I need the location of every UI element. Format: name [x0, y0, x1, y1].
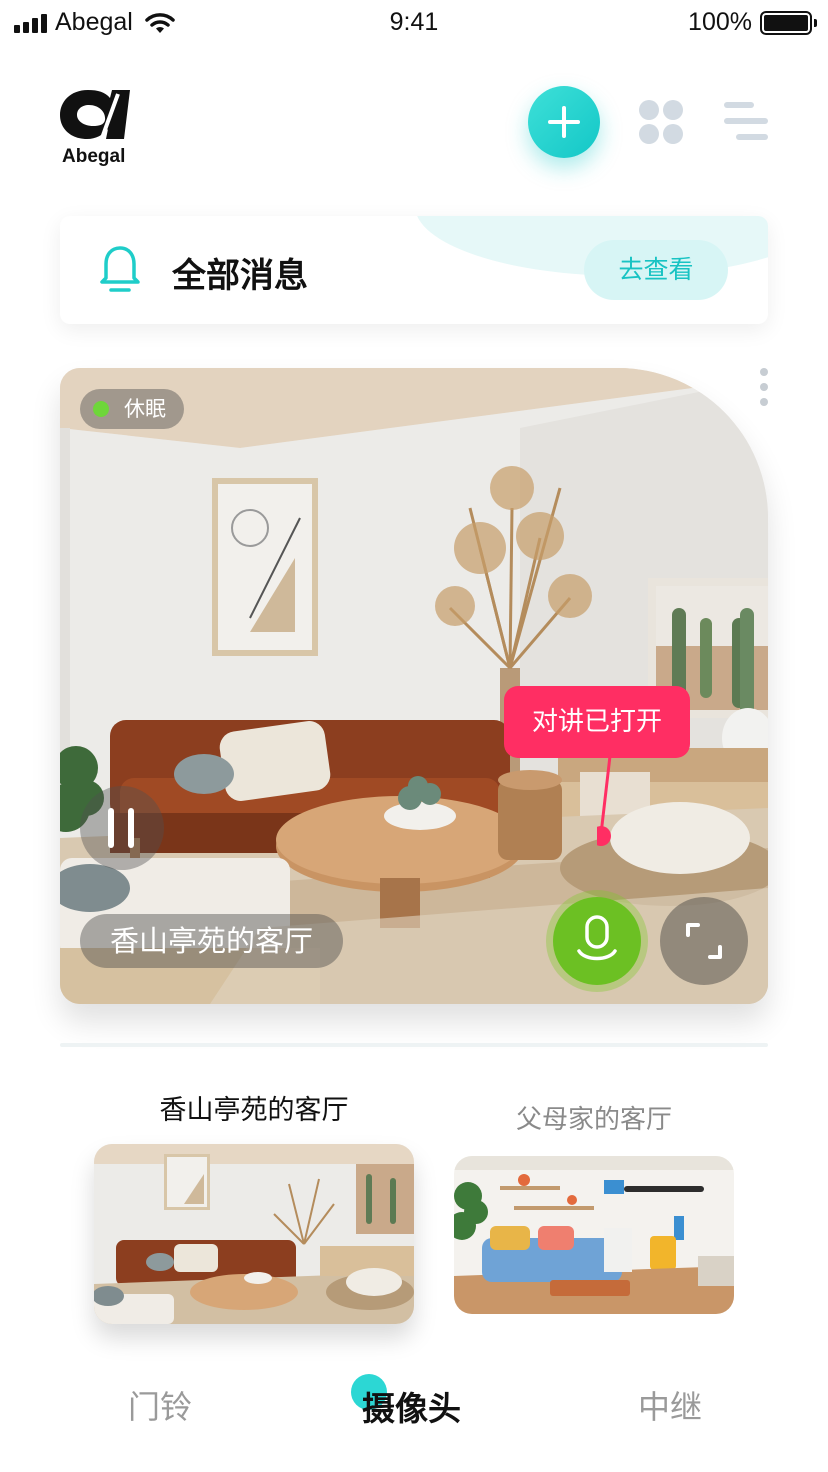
bell-icon [100, 246, 140, 292]
divider [60, 1043, 768, 1047]
intercom-mic-button[interactable] [553, 897, 641, 985]
grid-icon[interactable] [638, 99, 684, 145]
device-label-1[interactable]: 香山亭苑的客厅 [94, 1088, 414, 1127]
sleep-status-badge: 休眠 [80, 389, 184, 429]
logo-text: Abegal [62, 146, 126, 167]
battery-percent: 100% [688, 8, 752, 36]
device-thumbnail-1[interactable] [94, 1144, 414, 1324]
fullscreen-icon [686, 923, 722, 959]
add-device-button[interactable] [528, 86, 600, 158]
fullscreen-button[interactable] [660, 897, 748, 985]
more-options-icon[interactable] [759, 368, 769, 408]
status-right: 100% [688, 8, 817, 37]
status-dot [93, 401, 109, 417]
messages-title: 全部消息 [172, 256, 308, 296]
battery-icon [760, 10, 817, 35]
app-logo: Abegal [58, 84, 136, 174]
logo-mark-icon [60, 90, 130, 139]
sleep-status-label: 休眠 [124, 397, 166, 421]
tab-camera[interactable]: 摄像头 [362, 1382, 461, 1430]
view-messages-button[interactable]: 去查看 [584, 240, 728, 300]
tab-relay[interactable]: 中继 [638, 1382, 702, 1428]
pause-button[interactable] [80, 786, 164, 870]
device-thumbnail-2[interactable] [454, 1156, 734, 1314]
tooltip-pointer [597, 756, 612, 846]
camera-name-label: 香山亭苑的客厅 [80, 914, 344, 968]
menu-icon[interactable] [722, 100, 770, 142]
intercom-status-tooltip: 对讲已打开 [504, 686, 690, 758]
device-label-2[interactable]: 父母家的客厅 [454, 1099, 734, 1136]
status-bar: Abegal 9:41 100% [0, 0, 828, 48]
tab-doorbell[interactable]: 门铃 [128, 1382, 192, 1428]
microphone-icon [577, 915, 617, 961]
